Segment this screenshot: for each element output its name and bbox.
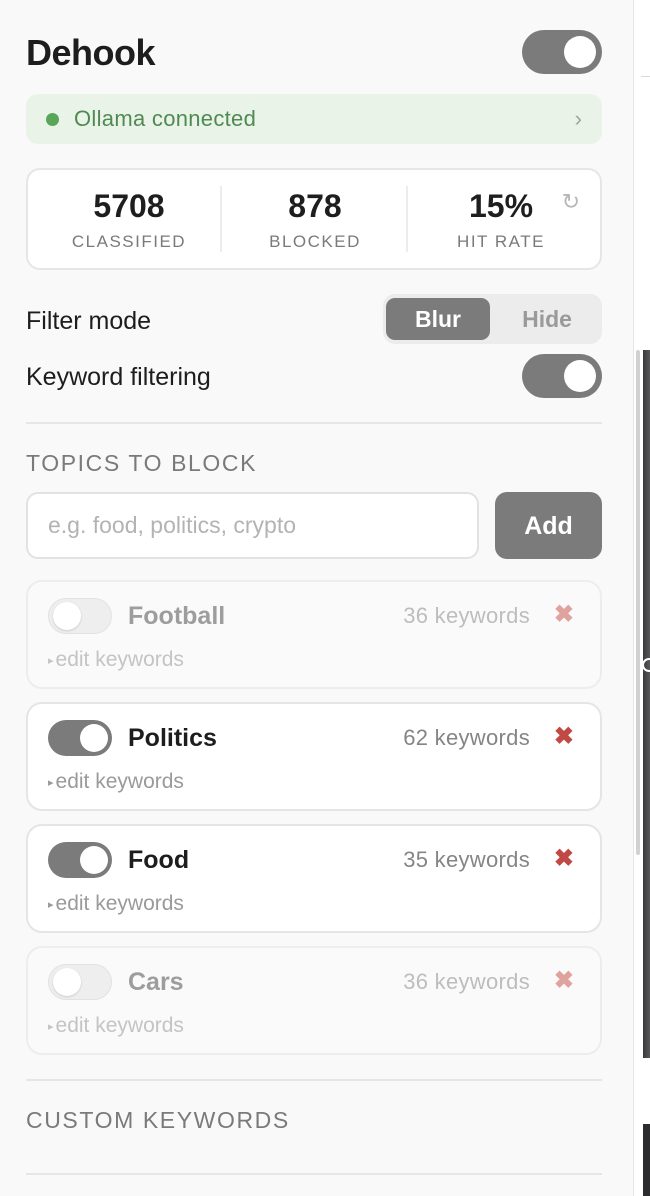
keyword-filtering-toggle[interactable] — [522, 354, 602, 398]
stat-label: CLASSIFIED — [71, 232, 187, 251]
disclosure-triangle-icon: ▸ — [48, 899, 54, 911]
background-page-image — [643, 350, 650, 1058]
filter-mode-blur-option[interactable]: Blur — [386, 298, 490, 340]
toggle-knob — [53, 968, 81, 996]
stats-card: 5708 CLASSIFIED 878 BLOCKED 15% HIT RATE… — [26, 168, 602, 270]
topic-toggle[interactable] — [48, 842, 112, 878]
edit-keywords-label: edit keywords — [55, 648, 184, 671]
edit-keywords-link[interactable]: ▸edit keywords — [48, 1012, 184, 1041]
status-dot-icon — [46, 113, 59, 126]
topic-card-politics: Politics 62 keywords ✖ ▸edit keywords — [26, 702, 602, 811]
app-title: Dehook — [26, 32, 156, 73]
stat-label: BLOCKED — [269, 232, 361, 251]
dehook-popup-panel: Dehook Ollama connected › 5708 CLASSIFIE… — [0, 0, 634, 1196]
stat-hit-rate: 15% HIT RATE — [408, 170, 594, 268]
topic-toggle[interactable] — [48, 720, 112, 756]
delete-topic-icon[interactable]: ✖ — [554, 965, 574, 997]
divider — [26, 422, 602, 424]
toggle-knob — [53, 602, 81, 630]
stat-value: 878 — [288, 188, 342, 224]
delete-topic-icon[interactable]: ✖ — [554, 843, 574, 875]
delete-topic-icon[interactable]: ✖ — [554, 599, 574, 631]
topic-name: Football — [128, 602, 226, 630]
toggle-knob — [80, 846, 108, 874]
topic-card-cars: Cars 36 keywords ✖ ▸edit keywords — [26, 946, 602, 1055]
toggle-knob — [564, 36, 596, 68]
stat-value: 5708 — [93, 188, 165, 224]
custom-keywords-section-title: CUSTOM KEYWORDS — [26, 1107, 290, 1133]
background-page-line — [641, 76, 650, 77]
stat-classified: 5708 CLASSIFIED — [36, 170, 222, 268]
filter-mode-segmented-control: Blur Hide — [383, 294, 602, 344]
topic-name: Food — [128, 846, 190, 874]
status-text: Ollama connected — [74, 106, 257, 131]
topic-card-food: Food 35 keywords ✖ ▸edit keywords — [26, 824, 602, 933]
topic-keyword-count: 36 keywords — [403, 969, 530, 994]
edit-keywords-label: edit keywords — [55, 892, 184, 915]
edit-keywords-label: edit keywords — [55, 1014, 184, 1037]
disclosure-triangle-icon: ▸ — [48, 655, 54, 667]
extension-enabled-toggle[interactable] — [522, 30, 602, 74]
add-topic-button[interactable]: Add — [495, 492, 602, 559]
refresh-icon[interactable]: ↻ — [562, 190, 580, 214]
topic-name: Politics — [128, 724, 217, 752]
edit-keywords-label: edit keywords — [55, 770, 184, 793]
topic-toggle[interactable] — [48, 598, 112, 634]
toggle-knob — [80, 724, 108, 752]
disclosure-triangle-icon: ▸ — [48, 777, 54, 789]
topic-input[interactable] — [26, 492, 479, 559]
scrollbar-thumb[interactable] — [636, 350, 640, 855]
edit-keywords-link[interactable]: ▸edit keywords — [48, 646, 184, 675]
edit-keywords-link[interactable]: ▸edit keywords — [48, 890, 184, 919]
header: Dehook — [26, 30, 601, 76]
stat-blocked: 878 BLOCKED — [222, 170, 408, 268]
topics-section-title: TOPICS TO BLOCK — [26, 450, 258, 476]
filter-mode-hide-option[interactable]: Hide — [495, 298, 599, 340]
stat-label: HIT RATE — [457, 232, 545, 251]
topic-keyword-count: 35 keywords — [403, 847, 530, 872]
disclosure-triangle-icon: ▸ — [48, 1021, 54, 1033]
ollama-status-banner[interactable]: Ollama connected › — [26, 94, 602, 144]
filter-mode-label: Filter mode — [26, 307, 152, 335]
topic-card-football: Football 36 keywords ✖ ▸edit keywords — [26, 580, 602, 689]
background-page-element — [642, 658, 650, 672]
chevron-right-icon: › — [574, 106, 582, 131]
background-page-image — [643, 1124, 650, 1196]
topic-keyword-count: 62 keywords — [403, 725, 530, 750]
toggle-knob — [564, 360, 596, 392]
topic-name: Cars — [128, 968, 184, 996]
divider — [26, 1079, 602, 1081]
edit-keywords-link[interactable]: ▸edit keywords — [48, 768, 184, 797]
topic-toggle[interactable] — [48, 964, 112, 1000]
delete-topic-icon[interactable]: ✖ — [554, 721, 574, 753]
divider — [26, 1173, 602, 1175]
keyword-filtering-label: Keyword filtering — [26, 363, 211, 391]
topic-keyword-count: 36 keywords — [403, 603, 530, 628]
